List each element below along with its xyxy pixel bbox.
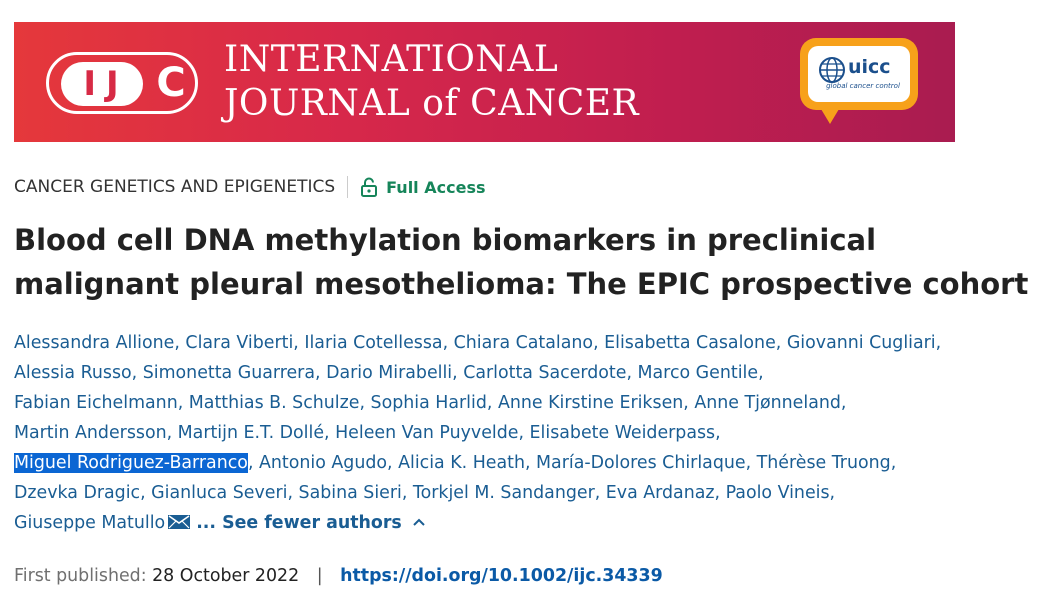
open-lock-icon <box>361 177 378 197</box>
article-title: Blood cell DNA methylation biomarkers in… <box>14 223 1029 301</box>
author-line: Fabian Eichelmann, Matthias B. Schulze, … <box>14 388 1044 418</box>
author-separator: , <box>315 363 327 383</box>
author-separator: , <box>683 393 695 413</box>
author-line: Martin Andersson, Martijn E.T. Dollé, He… <box>14 418 1044 448</box>
author-link[interactable]: Giovanni Cugliari <box>787 333 936 353</box>
chevron-up-icon <box>413 518 425 526</box>
see-fewer-authors-button[interactable]: ... See fewer authors <box>196 513 426 533</box>
author-separator: , <box>890 453 897 473</box>
author-separator: , <box>486 393 498 413</box>
author-link[interactable]: Anne Tjønneland <box>694 393 841 413</box>
author-separator: , <box>714 483 726 503</box>
author-separator: , <box>775 333 787 353</box>
author-separator: , <box>758 363 764 383</box>
author-separator: , <box>524 453 537 473</box>
author-link[interactable]: Thérèse Truong <box>757 453 891 473</box>
author-link[interactable]: Marco Gentile <box>638 363 759 383</box>
journal-banner[interactable]: IJ C INTERNATIONAL JOURNAL of CANCER uic… <box>14 22 955 142</box>
author-link[interactable]: Anne Kirstine Eriksen <box>498 393 683 413</box>
author-link[interactable]: Antonio Agudo <box>259 453 387 473</box>
author-separator: , <box>293 333 305 353</box>
author-link[interactable]: Ilaria Cotellessa <box>304 333 442 353</box>
author-separator: , <box>829 483 836 503</box>
author-link[interactable]: Martin Andersson <box>14 423 167 443</box>
author-link[interactable]: Sabina Sieri <box>299 483 402 503</box>
author-link[interactable]: Dzevka Dragic <box>14 483 140 503</box>
author-separator: , <box>166 423 178 443</box>
speech-bubble-tail <box>818 104 842 124</box>
uicc-tagline: global cancer control <box>826 82 900 90</box>
author-link[interactable]: Fabian Eichelmann <box>14 393 178 413</box>
author-link[interactable]: Elisabete Weiderpass <box>530 423 716 443</box>
pipe-divider: | <box>316 566 323 586</box>
author-link[interactable]: Simonetta Guarrera <box>143 363 315 383</box>
author-separator: , <box>452 363 464 383</box>
author-separator: , <box>840 393 847 413</box>
author-link[interactable]: Torkjel M. Sandanger <box>413 483 595 503</box>
globe-icon <box>819 57 845 83</box>
uicc-logo: uicc global cancer control <box>800 38 918 124</box>
author-line: Giuseppe Matullo ... See fewer authors <box>14 508 1044 538</box>
journal-name: INTERNATIONAL JOURNAL of CANCER <box>224 38 684 126</box>
envelope-icon[interactable] <box>168 515 191 529</box>
author-link[interactable]: Giuseppe Matullo <box>14 513 165 533</box>
author-link[interactable]: Alessandra Allione <box>14 333 174 353</box>
author-link[interactable]: Alicia K. Heath <box>398 453 525 473</box>
author-line: Alessandra Allione, Clara Viberti, Ilari… <box>14 328 1044 358</box>
ijc-logo: IJ C <box>46 52 198 114</box>
author-separator: , <box>359 393 371 413</box>
author-separator: , <box>715 423 721 443</box>
author-separator: , <box>140 483 152 503</box>
doi-link[interactable]: https://doi.org/10.1002/ijc.34339 <box>340 566 663 586</box>
article-category[interactable]: CANCER GENETICS AND EPIGENETICS <box>14 177 335 197</box>
author-line: Alessia Russo, Simonetta Guarrera, Dario… <box>14 358 1044 388</box>
author-separator: , <box>177 393 189 413</box>
first-published-date: 28 October 2022 <box>152 566 300 586</box>
author-link[interactable]: Alessia Russo <box>14 363 132 383</box>
author-separator: , <box>518 423 530 443</box>
author-link[interactable]: Heleen Van Puyvelde <box>335 423 518 443</box>
journal-name-line1: INTERNATIONAL <box>224 39 559 80</box>
author-link[interactable]: Paolo Vineis <box>726 483 830 503</box>
author-link[interactable]: Chiara Catalano <box>454 333 593 353</box>
author-separator: , <box>935 333 942 353</box>
meta-divider <box>347 176 349 198</box>
author-link[interactable]: Sophia Harlid <box>371 393 487 413</box>
author-separator: , <box>387 453 399 473</box>
journal-name-line2: JOURNAL of CANCER <box>224 83 640 124</box>
publication-info: First published: 28 October 2022 | https… <box>14 562 663 590</box>
article-meta: CANCER GENETICS AND EPIGENETICS Full Acc… <box>14 174 485 200</box>
author-link[interactable]: Gianluca Severi <box>151 483 287 503</box>
author-separator: , <box>593 333 605 353</box>
ijc-logo-ij: IJ <box>61 62 143 106</box>
author-separator: , <box>324 423 336 443</box>
author-list: Alessandra Allione, Clara Viberti, Ilari… <box>14 328 1044 538</box>
first-published-label: First published: <box>14 566 147 586</box>
author-separator: , <box>594 483 606 503</box>
author-link[interactable]: Martijn E.T. Dollé <box>178 423 324 443</box>
author-separator: , <box>401 483 413 503</box>
author-link[interactable]: Matthias B. Schulze <box>189 393 360 413</box>
author-link[interactable]: Eva Ardanaz <box>606 483 715 503</box>
author-separator: , <box>247 453 259 473</box>
author-link[interactable]: Miguel Rodriguez-Barranco <box>14 453 248 473</box>
author-separator: , <box>626 363 638 383</box>
see-fewer-label: ... See fewer authors <box>196 513 402 533</box>
author-link[interactable]: Carlotta Sacerdote <box>463 363 626 383</box>
author-separator: , <box>131 363 143 383</box>
author-separator: , <box>745 453 757 473</box>
author-link[interactable]: Clara Viberti <box>185 333 293 353</box>
author-line: Miguel Rodriguez-Barranco, Antonio Agudo… <box>14 448 1044 478</box>
uicc-name: uicc <box>848 56 891 78</box>
author-separator: , <box>174 333 186 353</box>
author-link[interactable]: Dario Mirabelli <box>326 363 452 383</box>
author-separator: , <box>287 483 299 503</box>
author-separator: , <box>442 333 454 353</box>
author-line: Dzevka Dragic, Gianluca Severi, Sabina S… <box>14 478 1044 508</box>
access-status: Full Access <box>386 177 486 197</box>
ijc-logo-c: C <box>156 60 186 106</box>
author-link[interactable]: María-Dolores Chirlaque <box>536 453 746 473</box>
author-link[interactable]: Elisabetta Casalone <box>604 333 776 353</box>
